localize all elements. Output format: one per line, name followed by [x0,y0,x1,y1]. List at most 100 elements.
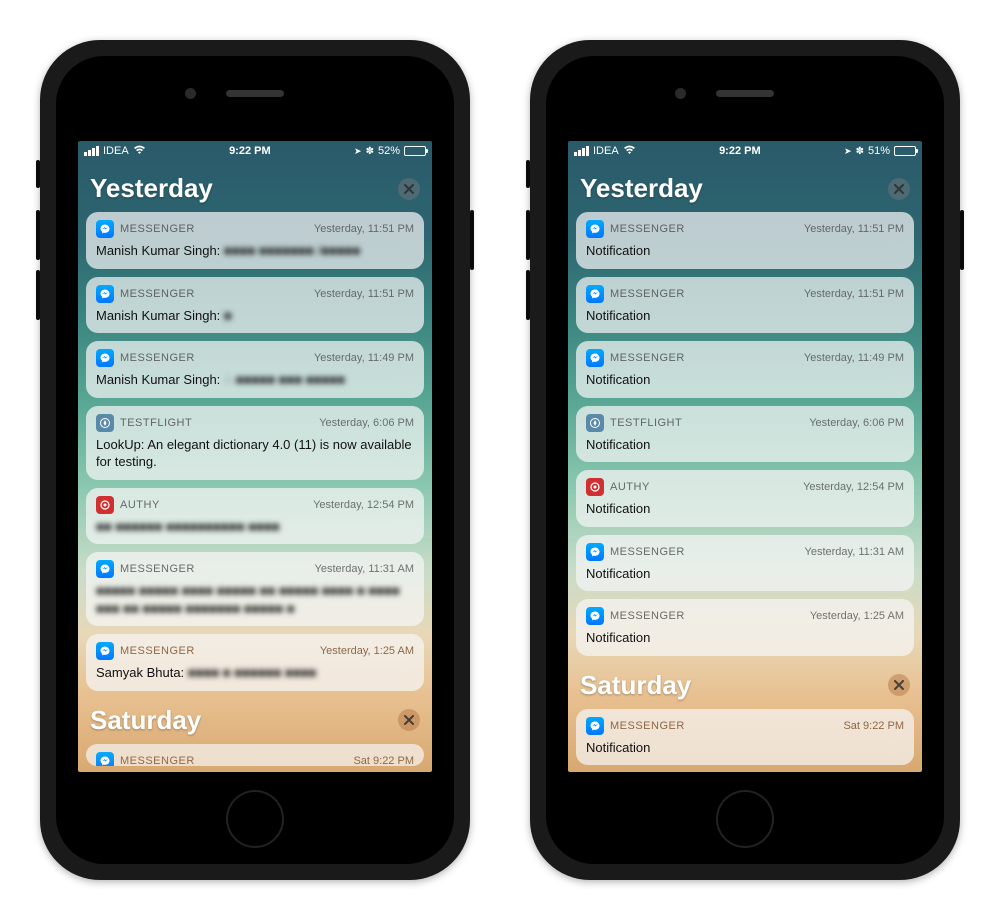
status-bar: IDEA 9:22 PM ➤ ✽ 52% [78,141,432,161]
app-name-label: AUTHY [610,481,650,493]
status-right: ➤ ✽ 51% [844,145,916,157]
app-name-label: MESSENGER [120,755,195,766]
power-button[interactable] [470,210,474,270]
notification-time: Yesterday, 6:06 PM [809,417,904,429]
app-name-label: MESSENGER [610,288,685,300]
messenger-icon [96,642,114,660]
notification-time: Yesterday, 1:25 AM [320,645,414,657]
notification-time: Yesterday, 12:54 PM [803,481,904,493]
power-button[interactable] [960,210,964,270]
notification-card[interactable]: MESSENGER Yesterday, 11:51 PM Notificati… [576,212,914,269]
front-sensor [675,88,686,99]
volume-up-button[interactable] [526,210,530,260]
bluetooth-icon: ✽ [366,146,374,157]
notification-body: Notification [586,307,904,325]
notification-body: Manish Kumar Singh: ■■■■ ■■■■■■■ /■■■■■ [96,242,414,260]
volume-down-button[interactable] [36,270,40,320]
notification-card[interactable]: MESSENGER Yesterday, 11:51 PM Manish Kum… [86,277,424,334]
volume-down-button[interactable] [526,270,530,320]
notification-time: Yesterday, 11:31 AM [315,563,414,575]
earpiece [716,90,774,97]
status-left: IDEA [574,144,636,158]
signal-icon [574,146,589,156]
testflight-icon [96,414,114,432]
wifi-icon [133,144,146,158]
messenger-icon [96,349,114,367]
status-time: 9:22 PM [719,145,761,157]
authy-icon [96,496,114,514]
app-name-label: MESSENGER [120,645,195,657]
notification-card[interactable]: MESSENGER Yesterday, 11:51 PM Notificati… [576,277,914,334]
messenger-icon [586,717,604,735]
notification-time: Sat 9:22 PM [843,720,904,732]
app-name-label: MESSENGER [120,223,195,235]
messenger-icon [96,560,114,578]
notification-card[interactable]: MESSENGER Yesterday, 11:49 PM Manish Kum… [86,341,424,398]
phone-frame-right: IDEA 9:22 PM ➤ ✽ 51% Yesterday [530,40,960,880]
section-header-yesterday: Yesterday [576,167,914,212]
notification-card[interactable]: MESSENGER Sat 9:22 PM Notification [576,709,914,766]
close-icon[interactable] [888,674,910,696]
notification-card[interactable]: MESSENGER Yesterday, 1:25 AM Notificatio… [576,599,914,656]
notification-card[interactable]: MESSENGER Yesterday, 11:49 PM Notificati… [576,341,914,398]
front-sensor [185,88,196,99]
carrier-label: IDEA [103,145,129,157]
wifi-icon [623,144,636,158]
notification-body: ■■■■■ ■■■■■ ■■■■ ■■■■■ ■■ ■■■■■ ■■■■ ■ ■… [96,582,414,617]
notification-body: Notification [586,629,904,647]
carrier-label: IDEA [593,145,619,157]
messenger-icon [586,285,604,303]
close-icon[interactable] [888,178,910,200]
testflight-icon [586,414,604,432]
home-button[interactable] [716,790,774,848]
app-name-label: MESSENGER [120,352,195,364]
location-icon: ➤ [844,146,852,157]
notification-card[interactable]: MESSENGER Yesterday, 11:51 PM Manish Kum… [86,212,424,269]
status-time: 9:22 PM [229,145,271,157]
notification-card[interactable]: TESTFLIGHT Yesterday, 6:06 PM Notificati… [576,406,914,463]
home-button[interactable] [226,790,284,848]
notification-time: Yesterday, 11:51 PM [314,223,414,235]
notification-time: Yesterday, 11:31 AM [805,546,904,558]
messenger-icon [96,285,114,303]
notification-body: ■■ ■■■■■■ ■■■■■■■■■■ ■■■■ [96,518,414,536]
mute-switch[interactable] [526,160,530,188]
messenger-icon [586,543,604,561]
notification-card[interactable]: MESSENGER Yesterday, 1:25 AM Samyak Bhut… [86,634,424,691]
section-title: Saturday [580,670,691,701]
app-name-label: AUTHY [120,499,160,511]
notification-card[interactable]: MESSENGER Yesterday, 11:31 AM ■■■■■ ■■■■… [86,552,424,626]
battery-icon [404,146,426,156]
bluetooth-icon: ✽ [856,146,864,157]
close-icon[interactable] [398,709,420,731]
notification-center[interactable]: Yesterday MESSENGER Yesterday, 11:51 PM … [78,161,432,772]
location-icon: ➤ [354,146,362,157]
section-header-saturday: Saturday [576,664,914,709]
volume-up-button[interactable] [36,210,40,260]
phone-frame-left: IDEA 9:22 PM ➤ ✽ 52% Yesterday [40,40,470,880]
app-name-label: MESSENGER [120,563,195,575]
notification-card[interactable]: AUTHY Yesterday, 12:54 PM Notification [576,470,914,527]
app-name-label: MESSENGER [610,610,685,622]
messenger-icon [96,752,114,766]
app-name-label: MESSENGER [120,288,195,300]
close-icon[interactable] [398,178,420,200]
app-name-label: MESSENGER [610,352,685,364]
app-name-label: MESSENGER [610,720,685,732]
notification-card[interactable]: AUTHY Yesterday, 12:54 PM ■■ ■■■■■■ ■■■■… [86,488,424,545]
notification-body: Notification [586,500,904,518]
battery-pct: 51% [868,145,890,157]
notification-card[interactable]: TESTFLIGHT Yesterday, 6:06 PM LookUp: An… [86,406,424,480]
notification-body: Manish Kumar Singh: ∴ ■■■■■ ■■■ ■■■■■ [96,371,414,389]
notification-center[interactable]: Yesterday MESSENGER Yesterday, 11:51 PM … [568,161,922,772]
notification-time: Yesterday, 11:51 PM [804,223,904,235]
status-right: ➤ ✽ 52% [354,145,426,157]
notification-card[interactable]: MESSENGER Yesterday, 11:31 AM Notificati… [576,535,914,592]
messenger-icon [586,607,604,625]
notification-card[interactable]: MESSENGER Sat 9:22 PM [86,744,424,766]
mute-switch[interactable] [36,160,40,188]
notification-time: Yesterday, 11:51 PM [314,288,414,300]
notification-time: Yesterday, 12:54 PM [313,499,414,511]
signal-icon [84,146,99,156]
app-name-label: MESSENGER [610,223,685,235]
